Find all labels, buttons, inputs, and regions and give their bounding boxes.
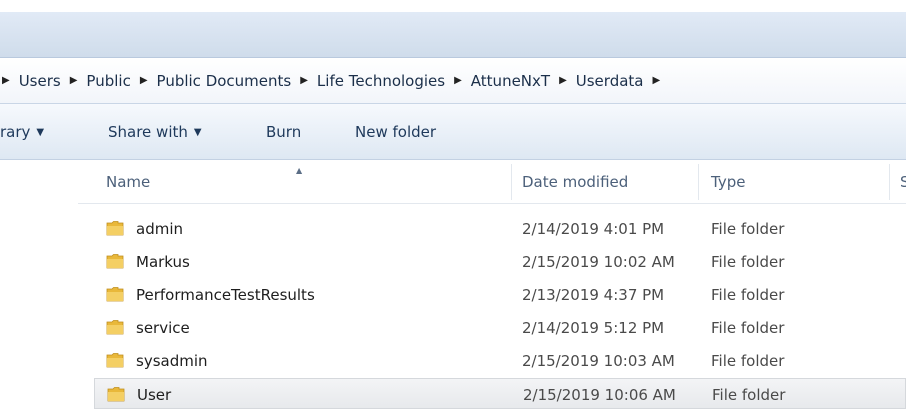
table-row-selected[interactable]: User 2/15/2019 10:06 AM File folder [94, 378, 906, 409]
column-header-name[interactable]: Name [106, 160, 150, 204]
breadcrumb-users[interactable]: Users [19, 72, 61, 90]
folder-icon [107, 387, 125, 402]
file-name: PerformanceTestResults [136, 285, 315, 304]
chevron-right-icon[interactable]: ▶ [2, 75, 10, 86]
library-button-label: rary [0, 123, 31, 141]
file-date: 2/14/2019 5:12 PM [522, 318, 665, 337]
navigation-pane[interactable] [0, 160, 78, 417]
chevron-right-icon[interactable]: ▶ [70, 75, 78, 86]
chevron-right-icon[interactable]: ▶ [140, 75, 148, 86]
table-row[interactable]: Markus 2/15/2019 10:02 AM File folder [94, 246, 906, 277]
folder-icon [106, 221, 124, 236]
breadcrumb-life-technologies[interactable]: Life Technologies [317, 72, 445, 90]
column-divider[interactable] [511, 164, 512, 200]
folder-icon [106, 287, 124, 302]
share-with-label: Share with [108, 123, 188, 141]
file-type: File folder [712, 385, 786, 404]
file-type: File folder [711, 351, 785, 370]
column-divider[interactable] [889, 164, 890, 200]
column-header-name-label: Name [106, 173, 151, 191]
command-bar: rary ▼ Share with ▼ Burn New folder [0, 104, 906, 160]
address-bar[interactable]: ▶ Users ▶ Public ▶ Public Documents ▶ Li… [0, 57, 906, 104]
chevron-right-icon[interactable]: ▶ [652, 75, 660, 86]
file-type: File folder [711, 219, 785, 238]
burn-button[interactable]: Burn [266, 104, 301, 160]
new-folder-button[interactable]: New folder [355, 104, 436, 160]
chevron-down-icon: ▼ [193, 126, 202, 138]
chevron-right-icon[interactable]: ▶ [300, 75, 308, 86]
file-type: File folder [711, 252, 785, 271]
column-headers: ▲ Name Date modified Type S [78, 160, 906, 204]
folder-icon [106, 353, 124, 368]
column-header-type[interactable]: Type [711, 160, 745, 204]
table-row[interactable]: admin 2/14/2019 4:01 PM File folder [94, 213, 906, 244]
file-name: Markus [136, 252, 190, 271]
new-folder-label: New folder [355, 123, 437, 141]
file-name: sysadmin [136, 351, 208, 370]
breadcrumb-attunenxt[interactable]: AttuneNxT [471, 72, 550, 90]
chevron-down-icon: ▼ [36, 126, 45, 138]
include-in-library-button[interactable]: rary ▼ [0, 104, 44, 160]
table-row[interactable]: PerformanceTestResults 2/13/2019 4:37 PM… [94, 279, 906, 310]
file-name: User [137, 385, 172, 404]
column-header-date-modified[interactable]: Date modified [522, 160, 628, 204]
file-date: 2/15/2019 10:02 AM [522, 252, 675, 271]
file-date: 2/13/2019 4:37 PM [522, 285, 665, 304]
share-with-button[interactable]: Share with ▼ [108, 104, 202, 160]
breadcrumb-public-documents[interactable]: Public Documents [157, 72, 292, 90]
file-name: admin [136, 219, 183, 238]
burn-label: Burn [266, 123, 302, 141]
column-divider[interactable] [698, 164, 699, 200]
file-date: 2/15/2019 10:06 AM [523, 385, 676, 404]
chevron-right-icon[interactable]: ▶ [454, 75, 462, 86]
table-row[interactable]: service 2/14/2019 5:12 PM File folder [94, 312, 906, 343]
table-row[interactable]: sysadmin 2/15/2019 10:03 AM File folder [94, 345, 906, 376]
column-header-size[interactable]: S [900, 160, 906, 204]
file-name: service [136, 318, 190, 337]
folder-icon [106, 320, 124, 335]
breadcrumb-public[interactable]: Public [86, 72, 130, 90]
column-header-size-label: S [900, 173, 906, 191]
breadcrumb-userdata[interactable]: Userdata [576, 72, 644, 90]
sort-ascending-icon: ▲ [296, 166, 303, 175]
column-header-date-label: Date modified [522, 173, 629, 191]
chevron-right-icon[interactable]: ▶ [559, 75, 567, 86]
file-list[interactable]: ▲ Name Date modified Type S admin 2/14/2… [78, 160, 906, 417]
window-title-bar [0, 12, 906, 57]
file-type: File folder [711, 285, 785, 304]
file-date: 2/14/2019 4:01 PM [522, 219, 665, 238]
file-type: File folder [711, 318, 785, 337]
top-border [0, 0, 906, 12]
folder-icon [106, 254, 124, 269]
breadcrumb: ▶ Users ▶ Public ▶ Public Documents ▶ Li… [0, 58, 669, 103]
column-header-type-label: Type [711, 173, 746, 191]
file-date: 2/15/2019 10:03 AM [522, 351, 675, 370]
